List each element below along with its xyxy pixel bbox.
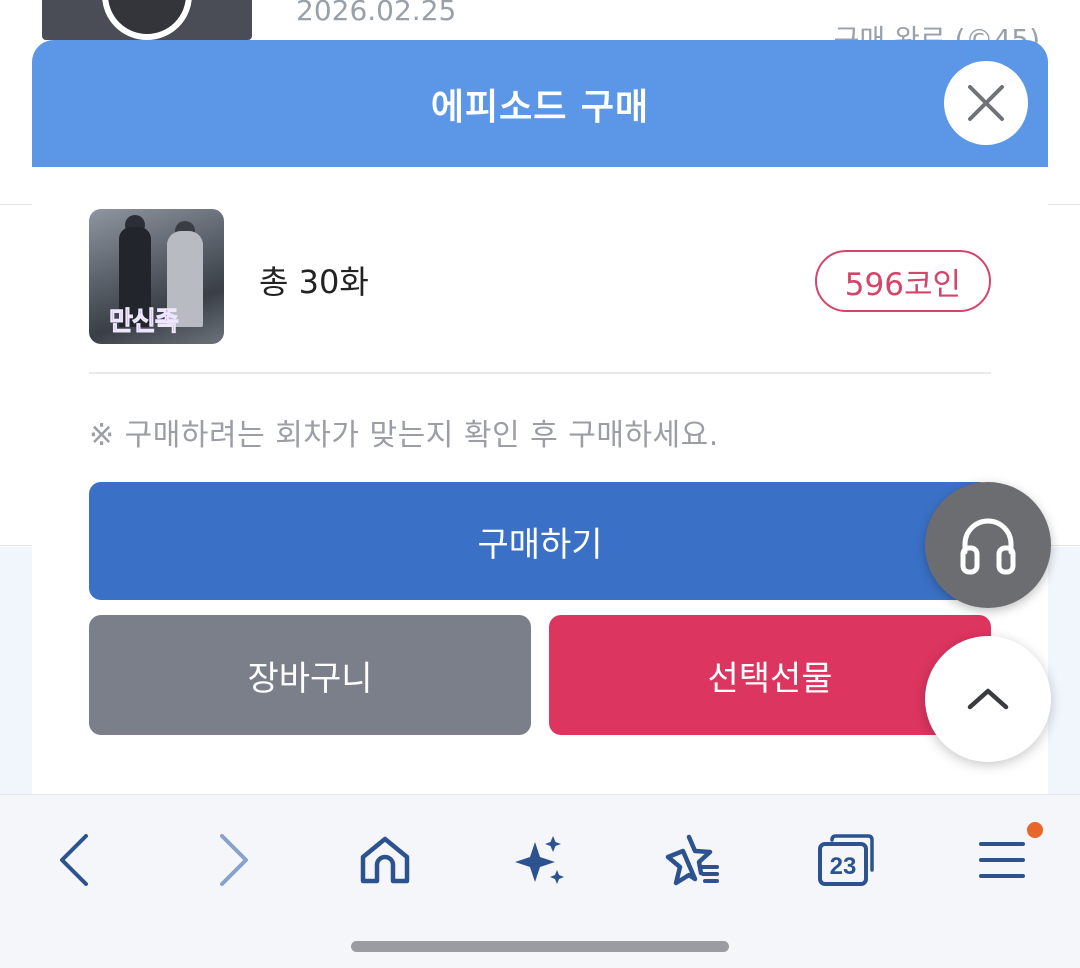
- series-cover-image: 만신족: [89, 209, 224, 344]
- star-list-icon: [665, 834, 719, 886]
- cover-logo: 만신족: [109, 307, 180, 338]
- modal-title: 에피소드 구매: [430, 86, 650, 128]
- home-button[interactable]: [345, 825, 425, 895]
- scroll-to-top-button[interactable]: [925, 636, 1051, 762]
- purchase-notice: ※ 구매하려는 회차가 맞는지 확인 후 구매하세요.: [89, 418, 719, 453]
- sparkle-icon: [515, 836, 564, 884]
- close-button[interactable]: [944, 61, 1028, 145]
- menu-icon: [979, 842, 1025, 878]
- tabs-icon: 23: [818, 834, 874, 886]
- audio-button[interactable]: [925, 482, 1051, 608]
- modal-header: 에피소드 구매: [32, 40, 1048, 167]
- episode-thumbnail: [42, 0, 252, 40]
- divider: [89, 372, 991, 374]
- chevron-left-icon: [60, 834, 88, 886]
- buy-button[interactable]: 구매하기: [89, 482, 991, 600]
- gift-button[interactable]: 선택선물: [549, 615, 991, 735]
- episode-count: 총 30화: [259, 263, 369, 301]
- add-to-cart-button[interactable]: 장바구니: [89, 615, 531, 735]
- price-badge: 596코인: [814, 250, 991, 312]
- page: 2026.02.25 구매 완료 (©45) 에피소드 구매 만신족 총 30화…: [0, 0, 1080, 968]
- favorites-button[interactable]: [652, 825, 732, 895]
- purchase-modal: 에피소드 구매 만신족 총 30화 596코인 ※ 구매하려는 회차가 맞는지 …: [32, 40, 1048, 800]
- episode-date: 2026.02.25: [296, 0, 457, 27]
- back-button[interactable]: [34, 825, 114, 895]
- product-summary: 만신족 총 30화 596코인: [89, 209, 991, 345]
- home-icon: [360, 836, 410, 884]
- chevron-right-icon: [220, 834, 248, 886]
- notification-dot: [1027, 822, 1043, 838]
- forward-button[interactable]: [194, 825, 274, 895]
- tab-count: 23: [830, 853, 857, 880]
- play-icon: [102, 0, 192, 40]
- ai-assistant-button[interactable]: [499, 825, 579, 895]
- chevron-up-icon: [967, 688, 1009, 710]
- headphones-icon: [960, 518, 1016, 575]
- home-indicator[interactable]: [351, 941, 729, 952]
- tabs-button[interactable]: 23: [806, 825, 886, 895]
- close-icon: [968, 85, 1004, 121]
